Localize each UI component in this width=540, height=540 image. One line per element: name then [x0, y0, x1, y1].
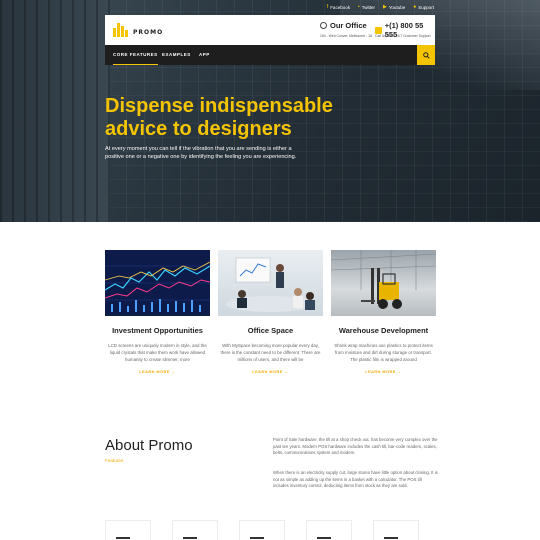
- feature-tile-icon: [183, 537, 197, 539]
- feature-image-office-meeting: [218, 250, 323, 316]
- feature-tile[interactable]: [105, 520, 151, 540]
- site-header: PROMO Our Office 194 - Web Conver, Melbo…: [105, 15, 435, 45]
- logo[interactable]: PROMO: [113, 21, 163, 37]
- search-icon: [422, 51, 430, 59]
- learn-more-link[interactable]: LEARN MORE →: [105, 370, 210, 374]
- about-title: About Promo: [105, 437, 193, 454]
- feature-tile-icon: [250, 537, 264, 539]
- social-links: f Facebook • Twitter ▶ Youtube ● Support: [327, 4, 434, 10]
- social-link-facebook[interactable]: f Facebook: [327, 4, 350, 10]
- nav-item-core-features[interactable]: CORE FEATURES: [113, 45, 158, 65]
- feature-text: Shrink wrap machines use plastics to pro…: [334, 343, 433, 362]
- feature-tile[interactable]: [373, 520, 419, 540]
- feature-tiles: [105, 520, 419, 540]
- social-link-support[interactable]: ● Support: [413, 4, 434, 10]
- facebook-icon: f: [326, 4, 329, 10]
- hero-section: f Facebook • Twitter ▶ Youtube ● Support PRO…: [0, 0, 540, 222]
- feature-image-stock-chart: [105, 250, 210, 316]
- about-subtitle[interactable]: Features: [105, 458, 123, 463]
- feature-card-warehouse: Warehouse Development Shrink wrap machin…: [331, 250, 436, 374]
- feature-tile-icon: [317, 537, 331, 539]
- feature-image-forklift: [331, 250, 436, 316]
- feature-title: Office Space: [247, 326, 294, 335]
- feature-title: Investment Opportunities: [112, 326, 203, 335]
- feature-tile[interactable]: [172, 520, 218, 540]
- hero-title: Dispense indispensable advice to designe…: [105, 95, 333, 140]
- feature-card-investment: Investment Opportunities LCD screens are…: [105, 250, 210, 374]
- feature-tile[interactable]: [239, 520, 285, 540]
- youtube-icon: ▶: [382, 4, 387, 10]
- arrow-right-icon: →: [397, 370, 402, 374]
- arrow-right-icon: →: [284, 370, 289, 374]
- arrow-right-icon: →: [171, 370, 176, 374]
- nav-item-examples[interactable]: EXAMPLES: [162, 45, 191, 65]
- about-paragraph-1: Point of Sale hardware, the till at a sh…: [273, 437, 438, 456]
- feature-card-office: Office Space With MySpace becoming more …: [218, 250, 323, 374]
- search-button[interactable]: [417, 45, 435, 65]
- twitter-icon: •: [357, 4, 360, 10]
- feature-tile[interactable]: [306, 520, 352, 540]
- nav-item-app[interactable]: APP: [199, 45, 210, 65]
- feature-tile-icon: [116, 537, 130, 539]
- hero-building-image: [0, 0, 110, 222]
- feature-text: LCD screens are uniquely modern in style…: [108, 343, 207, 362]
- feature-tile-icon: [384, 537, 398, 539]
- hero-text: At every moment you can tell if the vibr…: [105, 146, 297, 161]
- social-link-youtube[interactable]: ▶ Youtube: [383, 4, 405, 10]
- phone-note: Call Us Now: 24/7 Customer Support: [375, 34, 431, 38]
- support-icon: ●: [413, 4, 417, 10]
- learn-more-link[interactable]: LEARN MORE →: [331, 370, 436, 374]
- feature-title: Warehouse Development: [338, 326, 429, 335]
- office-block: Our Office: [320, 21, 367, 30]
- feature-text: With MySpace becoming more popular every…: [220, 343, 321, 362]
- office-address: 194 - Web Conver, Melbourne - 18: [320, 34, 372, 38]
- office-title: Our Office: [330, 21, 367, 30]
- about-paragraph-2: When there is an electricity supply cut,…: [273, 470, 438, 489]
- phone-icon: [375, 26, 382, 34]
- social-link-twitter[interactable]: • Twitter: [358, 4, 375, 10]
- learn-more-link[interactable]: LEARN MORE →: [218, 370, 323, 374]
- main-nav: CORE FEATURES EXAMPLES APP: [105, 45, 435, 65]
- brand-name: PROMO: [133, 29, 164, 36]
- location-icon: [320, 22, 327, 29]
- logo-bars-icon: [113, 21, 129, 37]
